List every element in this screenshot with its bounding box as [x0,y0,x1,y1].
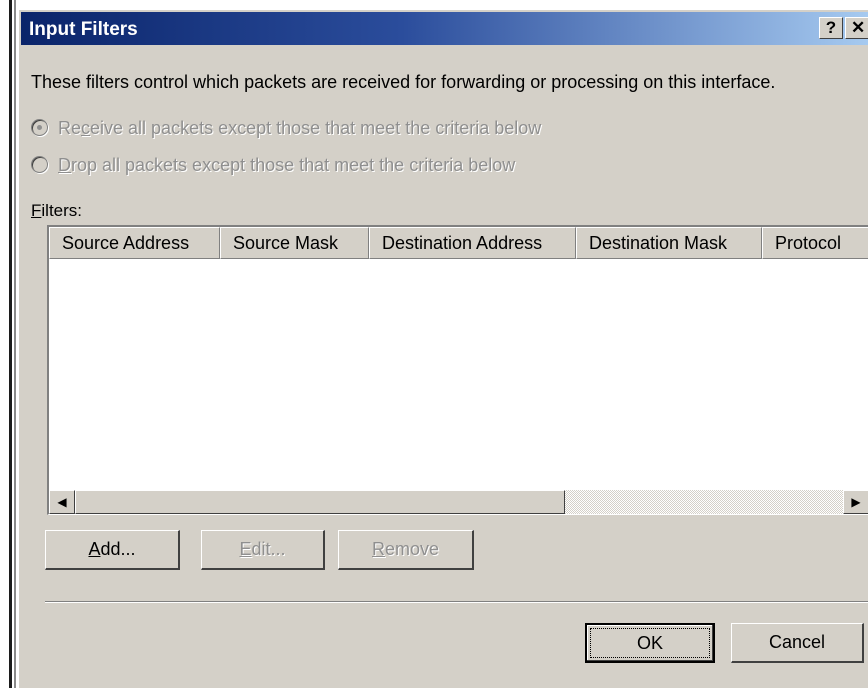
edit-label: dit... [251,539,286,559]
dialog-title: Input Filters [29,19,138,40]
column-header-protocol[interactable]: Protocol [762,227,868,259]
edit-button[interactable]: Edit... [201,530,325,570]
filters-label-rest: ilters: [41,201,83,220]
close-button[interactable]: ✕ [845,17,868,39]
filters-list[interactable]: Source Address Source Mask Destination A… [47,225,868,515]
drop-all-option[interactable]: Drop all packets except those that meet … [31,155,515,176]
scrollbar-thumb[interactable] [75,490,565,514]
list-header: Source Address Source Mask Destination A… [49,227,868,259]
option-label-suffix: eive all packets except those that meet … [90,118,542,138]
horizontal-scrollbar[interactable]: ◀ ▶ [49,490,868,514]
remove-button[interactable]: Remove [338,530,474,570]
add-mnemonic: A [88,539,101,559]
add-label: dd... [100,539,136,559]
receive-all-option[interactable]: Receive all packets except those that me… [31,118,541,139]
separator-line [45,601,868,603]
help-icon: ? [825,18,837,37]
window-edge-line [14,0,16,688]
arrow-right-icon: ▶ [851,495,861,509]
close-icon: ✕ [851,18,866,37]
arrow-left-icon: ◀ [57,495,67,509]
column-header-source-address[interactable]: Source Address [49,227,220,259]
cancel-label: Cancel [768,632,826,652]
filters-mnemonic: F [31,201,42,220]
option-label-prefix: Re [58,118,82,138]
focus-rectangle [590,628,710,658]
filters-label: Filters: [31,201,82,221]
window-edge-line [9,0,12,688]
input-filters-dialog: Input Filters ? ✕ These filters control … [18,9,868,688]
scroll-left-button[interactable]: ◀ [49,490,75,514]
radio-selected-icon[interactable] [31,119,48,136]
description-text: These filters control which packets are … [31,72,776,92]
column-header-source-mask[interactable]: Source Mask [220,227,369,259]
add-button[interactable]: Add... [45,530,180,570]
option-mnemonic: c [81,118,91,138]
column-header-destination-address[interactable]: Destination Address [369,227,576,259]
cancel-button[interactable]: Cancel [731,623,864,663]
help-button[interactable]: ? [819,17,843,39]
edit-mnemonic: E [239,539,252,559]
remove-label: emove [384,539,440,559]
title-bar[interactable]: Input Filters ? ✕ [21,12,868,45]
remove-mnemonic: R [371,539,385,559]
radio-unselected-icon[interactable] [31,156,48,173]
column-header-destination-mask[interactable]: Destination Mask [576,227,762,259]
option-label-suffix: rop all packets except those that meet t… [71,155,516,175]
scroll-right-button[interactable]: ▶ [843,490,868,514]
background-window-edge [0,0,18,688]
option-mnemonic: D [58,155,71,175]
ok-button[interactable]: OK [585,623,715,663]
